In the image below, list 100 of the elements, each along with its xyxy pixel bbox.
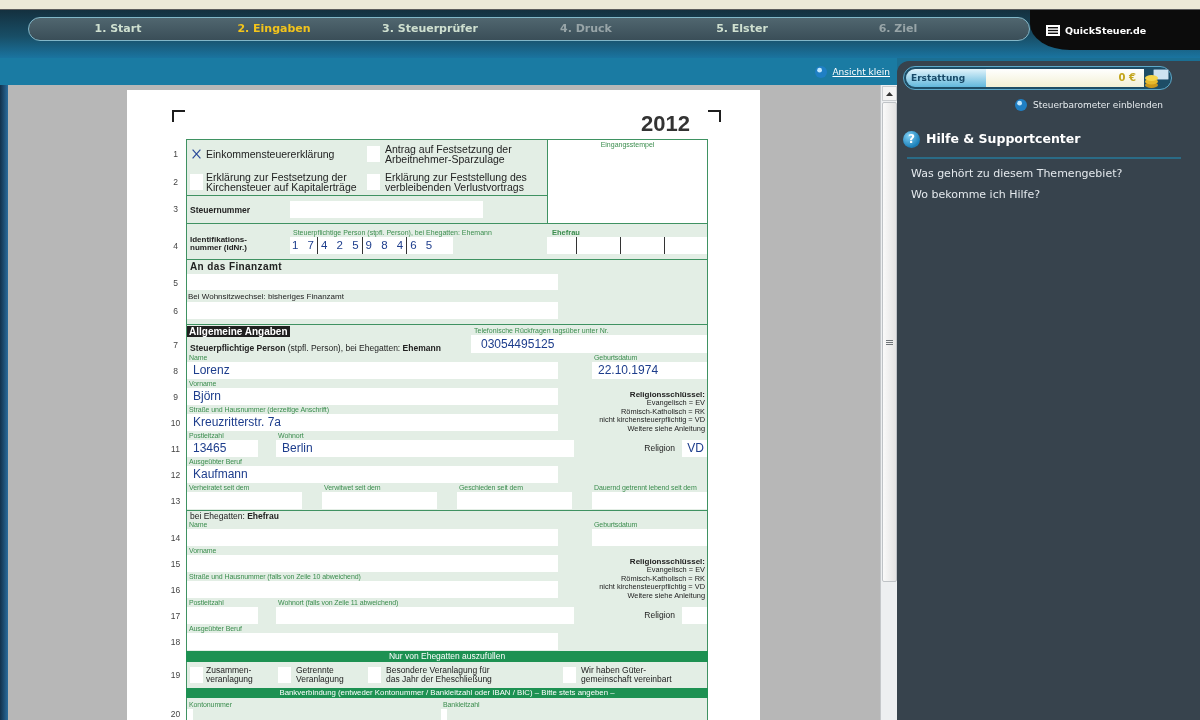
input-field[interactable] [187, 555, 558, 572]
line-number: 8 [173, 366, 178, 376]
cross-mark-icon [192, 149, 201, 159]
field-label: Bei Wohnsitzwechsel: bisheriges Finanzamt [188, 291, 345, 302]
input-field[interactable]: 03054495125 [471, 335, 707, 353]
input-field[interactable] [187, 633, 558, 650]
input-field[interactable]: 1 7 4 2 5 9 8 4 6 5 [290, 237, 453, 254]
field-label: Religion [644, 609, 675, 622]
section-heading: Steuerpflichtige Person (stpfl. Person), bei Ehegatten: Ehemann [190, 343, 441, 353]
input-field[interactable]: Lorenz [187, 362, 558, 379]
line-number: 15 [170, 559, 181, 569]
refund-label: Erstattung [906, 69, 986, 87]
input-field[interactable] [441, 709, 447, 720]
checkbox[interactable] [190, 667, 203, 683]
input-field[interactable]: 13465 [187, 440, 258, 457]
input-field[interactable] [187, 529, 558, 546]
step-tab[interactable]: 2. Eingaben [196, 18, 352, 40]
corner-mark [172, 110, 185, 122]
input-field[interactable] [592, 492, 707, 509]
scrollbar-thumb[interactable] [881, 102, 897, 582]
help-icon: ? [903, 130, 920, 148]
line-number: 14 [170, 533, 181, 543]
field-label: Religion [644, 442, 675, 455]
checkbox[interactable] [190, 173, 203, 190]
scroll-up-button[interactable] [881, 86, 897, 101]
input-field[interactable] [682, 607, 707, 624]
input-field[interactable] [457, 492, 572, 509]
money-icon [1145, 68, 1169, 88]
input-field[interactable]: Björn [187, 388, 558, 405]
line-number: 9 [173, 392, 178, 402]
input-field[interactable] [290, 201, 483, 218]
section-badge: Allgemeine Angaben [187, 326, 290, 337]
grip-icon [885, 339, 893, 345]
input-field[interactable]: Berlin [276, 440, 574, 457]
step-tab[interactable]: 3. Steuerprüfer [352, 18, 508, 40]
line-number: 12 [170, 470, 181, 480]
line-number: 17 [170, 611, 181, 621]
field-label: Identifikations- nummer (IdNr.) [190, 236, 248, 252]
section-banner: Nur von Ehegatten auszufüllen [186, 651, 708, 662]
line-number: 20 [170, 709, 181, 719]
bullet-icon [1014, 99, 1027, 111]
help-link[interactable]: Wo bekomme ich Hilfe? [911, 184, 1041, 205]
up-arrow-icon [885, 91, 893, 96]
key-title: Religionsschlüssel: [629, 557, 705, 566]
barometer-link[interactable]: Steuerbarometer einblenden [1032, 99, 1163, 111]
checkbox[interactable] [278, 667, 291, 683]
line-number: 1 [173, 149, 178, 159]
section-title: An das Finanzamt [190, 260, 283, 274]
field-label: Steuernummer [190, 204, 251, 215]
step-tab[interactable]: 1. Start [40, 18, 196, 40]
option-label: Erklärung zur Feststellung des verbleibenden Verlustvortrags [385, 171, 527, 192]
corner-mark [708, 110, 721, 122]
checkbox[interactable] [367, 173, 380, 190]
input-field[interactable] [187, 492, 302, 509]
line-number: 19 [170, 670, 181, 680]
option-label: Besondere Veranlagung für das Jahr der Eheschließung [386, 666, 492, 684]
input-field[interactable]: VD [682, 440, 707, 457]
refund-amount: 0 € [986, 69, 1144, 87]
option-label: Einkommensteuererklärung [206, 149, 335, 159]
line-number: 3 [173, 204, 178, 214]
line-number: 7 [173, 339, 178, 350]
input-field[interactable]: 22.10.1974 [592, 362, 707, 379]
line-number: 11 [171, 444, 180, 454]
checkbox[interactable] [368, 667, 381, 683]
document-icon [1046, 24, 1060, 36]
line-number: 6 [173, 305, 178, 316]
input-field[interactable] [187, 709, 193, 720]
option-label: Getrennte Veranlagung [296, 666, 344, 684]
section-heading: bei Ehegatten: Ehefrau [190, 511, 280, 521]
logo-text[interactable]: QuickSteuer.de [1065, 24, 1147, 36]
line-number: 10 [170, 418, 181, 428]
input-field[interactable]: Kaufmann [187, 466, 558, 483]
form-year: 2012 [641, 113, 690, 135]
scrollbar[interactable] [880, 85, 897, 720]
view-link[interactable]: Ansicht klein [832, 66, 890, 77]
checkbox[interactable] [563, 667, 576, 683]
input-field[interactable] [547, 237, 707, 254]
input-field[interactable] [187, 607, 258, 624]
option-label: Erklärung zur Festsetzung der Kirchensteuer auf Kapitalerträge [206, 171, 357, 192]
input-field[interactable] [276, 607, 574, 624]
line-number: 5 [173, 277, 178, 288]
option-label: Zusammen- veranlagung [206, 666, 253, 684]
line-number: 2 [173, 176, 178, 187]
line-number: 4 [173, 241, 178, 251]
input-field[interactable] [187, 274, 558, 290]
input-field[interactable] [187, 302, 558, 319]
option-label: Wir haben Güter- gemeinschaft vereinbart [581, 666, 672, 684]
help-link[interactable]: Was gehört zu diesem Themengebiet? [911, 163, 1123, 184]
input-field[interactable] [322, 492, 437, 509]
key-title: Religionsschlüssel: [629, 390, 705, 399]
help-title: Hilfe & Supportcenter [926, 131, 1081, 147]
input-field[interactable] [187, 581, 558, 598]
input-field[interactable] [592, 529, 707, 546]
checkbox[interactable] [367, 146, 380, 162]
input-field[interactable]: Kreuzritterstr. 7a [187, 414, 558, 431]
line-number: 16 [170, 585, 181, 595]
line-number: 13 [170, 496, 181, 506]
step-tab[interactable]: 5. Elster [664, 18, 820, 40]
line-number: 18 [170, 637, 181, 647]
option-label: Antrag auf Festsetzung der Arbeitnehmer-Sparzulage [385, 144, 512, 164]
